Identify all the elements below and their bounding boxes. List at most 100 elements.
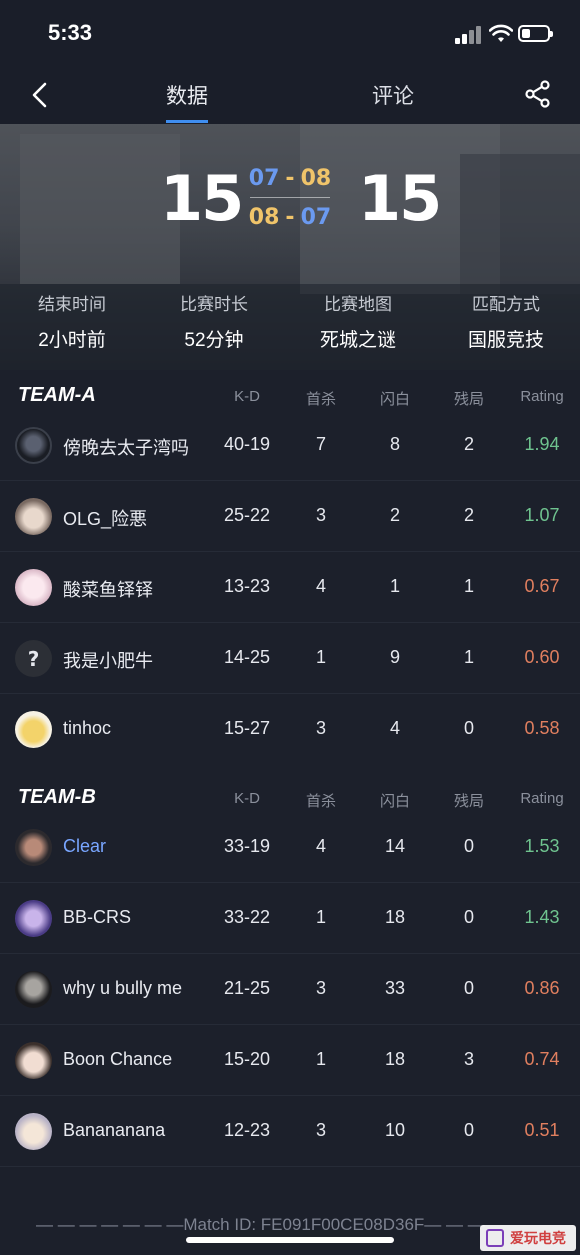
player-flashes: 2 bbox=[389, 505, 400, 525]
svg-text:?: ? bbox=[28, 647, 40, 671]
battery-icon bbox=[518, 25, 553, 42]
player-kd: 33-19 bbox=[223, 836, 271, 856]
team-b-score: 15 bbox=[358, 162, 442, 235]
player-clutches: 3 bbox=[463, 1049, 474, 1069]
player-kd: 40-19 bbox=[223, 434, 271, 454]
match-banner: 15 07-08 08-07 15 结束时间 2小时前 比赛时长 52分钟 比赛… bbox=[0, 124, 580, 370]
watermark-logo: 爱玩电竞 bbox=[480, 1225, 576, 1251]
player-clutches: 0 bbox=[463, 1120, 474, 1140]
player-kd: 21-25 bbox=[223, 978, 271, 998]
column-header-first-kills: 首杀 bbox=[305, 391, 336, 408]
player-clutches: 2 bbox=[463, 434, 474, 454]
watermark-text: 爱玩电竞 bbox=[510, 1230, 566, 1246]
player-avatar bbox=[15, 971, 52, 1008]
player-avatar bbox=[15, 1113, 52, 1150]
player-kd: 13-23 bbox=[223, 576, 271, 596]
player-row[interactable]: BB-CRS 33-22 1 18 0 1.43 bbox=[0, 883, 580, 954]
match-id: — — — — — — —Match ID: FE091F00CE08D36F—… bbox=[36, 1215, 485, 1234]
player-first-kills: 4 bbox=[315, 836, 326, 856]
player-row[interactable]: Banananana 12-23 3 10 0 0.51 bbox=[0, 1096, 580, 1167]
tab-data[interactable]: 数据 bbox=[166, 80, 208, 110]
player-name: BB-CRS bbox=[63, 907, 132, 927]
player-clutches: 1 bbox=[463, 576, 474, 596]
player-first-kills: 1 bbox=[315, 907, 326, 927]
info-map: 比赛地图 死城之谜 bbox=[319, 295, 396, 351]
player-first-kills: 4 bbox=[315, 576, 326, 596]
player-flashes: 14 bbox=[384, 836, 406, 856]
player-flashes: 18 bbox=[384, 1049, 406, 1069]
player-rating: 0.74 bbox=[524, 1049, 560, 1069]
player-flashes: 10 bbox=[384, 1120, 406, 1140]
player-avatar bbox=[15, 569, 52, 606]
info-end-time: 结束时间 2小时前 bbox=[38, 295, 106, 351]
back-arrow-icon[interactable] bbox=[26, 80, 56, 110]
player-row[interactable]: why u bully me 21-25 3 33 0 0.86 bbox=[0, 954, 580, 1025]
player-row[interactable]: OLG_险悪 25-22 3 2 2 1.07 bbox=[0, 481, 580, 552]
player-name: Clear bbox=[63, 836, 107, 856]
player-rating: 0.67 bbox=[524, 576, 560, 596]
player-kd: 15-20 bbox=[223, 1049, 271, 1069]
top-nav: 数据 评论 bbox=[0, 68, 580, 124]
column-header-clutches: 残局 bbox=[453, 391, 484, 408]
first-half-score: 07-08 bbox=[248, 166, 332, 191]
player-rating: 0.86 bbox=[524, 978, 560, 998]
player-name: Boon Chance bbox=[63, 1049, 173, 1069]
column-header-clutches: 残局 bbox=[453, 793, 484, 810]
player-rating: 1.94 bbox=[524, 434, 560, 454]
player-row[interactable]: 酸菜鱼铎铎 13-23 4 1 1 0.67 bbox=[0, 552, 580, 623]
column-header-first-kills: 首杀 bbox=[305, 793, 336, 810]
player-name: 傍晚去太子湾吗 bbox=[63, 438, 189, 458]
wifi-icon bbox=[489, 24, 513, 42]
player-kd: 14-25 bbox=[223, 647, 271, 667]
player-flashes: 1 bbox=[389, 576, 400, 596]
info-mode: 匹配方式 国服竞技 bbox=[467, 295, 544, 351]
home-indicator[interactable] bbox=[186, 1237, 394, 1243]
player-name: why u bully me bbox=[63, 978, 183, 998]
player-row[interactable]: ? 我是小肥牛 14-25 1 9 1 0.60 bbox=[0, 623, 580, 694]
question-mark-avatar-icon: ? bbox=[15, 640, 52, 677]
player-kd: 33-22 bbox=[223, 907, 271, 927]
player-avatar bbox=[15, 829, 52, 866]
player-avatar bbox=[15, 711, 52, 748]
column-header-kd: K-D bbox=[234, 388, 260, 405]
player-kd: 25-22 bbox=[223, 505, 271, 525]
watermark-icon bbox=[486, 1229, 504, 1247]
player-rating: 0.58 bbox=[524, 718, 560, 738]
second-half-score: 08-07 bbox=[248, 205, 332, 230]
player-rating: 1.53 bbox=[524, 836, 560, 856]
team-name: TEAM-A bbox=[18, 384, 96, 406]
player-first-kills: 1 bbox=[315, 647, 326, 667]
column-header-flashes: 闪白 bbox=[379, 793, 410, 810]
player-first-kills: 7 bbox=[315, 434, 326, 454]
player-name: 我是小肥牛 bbox=[63, 651, 153, 671]
player-name: Banananana bbox=[63, 1120, 166, 1140]
player-clutches: 0 bbox=[463, 907, 474, 927]
player-clutches: 0 bbox=[463, 718, 474, 738]
player-name: 酸菜鱼铎铎 bbox=[63, 580, 153, 600]
status-bar: 5:33 bbox=[0, 0, 580, 68]
half-divider bbox=[250, 197, 330, 198]
player-row[interactable]: Boon Chance 15-20 1 18 3 0.74 bbox=[0, 1025, 580, 1096]
player-name: OLG_险悪 bbox=[63, 509, 148, 529]
player-flashes: 4 bbox=[389, 718, 400, 738]
player-kd: 15-27 bbox=[223, 718, 271, 738]
team-a-score: 15 bbox=[160, 162, 244, 235]
player-rating: 0.51 bbox=[524, 1120, 560, 1140]
player-first-kills: 3 bbox=[315, 718, 326, 738]
player-row[interactable]: tinhoc 15-27 3 4 0 0.58 bbox=[0, 694, 580, 765]
player-first-kills: 3 bbox=[315, 505, 326, 525]
status-time: 5:33 bbox=[48, 20, 93, 45]
column-header-rating: Rating bbox=[520, 790, 564, 807]
player-row[interactable]: Clear 33-19 4 14 0 1.53 bbox=[0, 812, 580, 883]
share-icon[interactable] bbox=[524, 80, 552, 108]
tab-comments[interactable]: 评论 bbox=[372, 80, 414, 110]
match-info: 结束时间 2小时前 比赛时长 52分钟 比赛地图 死城之谜 匹配方式 国服竞技 bbox=[0, 284, 580, 370]
player-avatar bbox=[15, 1042, 52, 1079]
player-row[interactable]: 傍晚去太子湾吗 40-19 7 8 2 1.94 bbox=[0, 410, 580, 481]
player-clutches: 0 bbox=[463, 836, 474, 856]
player-flashes: 33 bbox=[384, 978, 406, 998]
player-avatar bbox=[15, 900, 52, 937]
column-header-rating: Rating bbox=[520, 388, 564, 405]
player-name: tinhoc bbox=[63, 718, 112, 738]
cellular-signal-icon bbox=[455, 26, 483, 44]
